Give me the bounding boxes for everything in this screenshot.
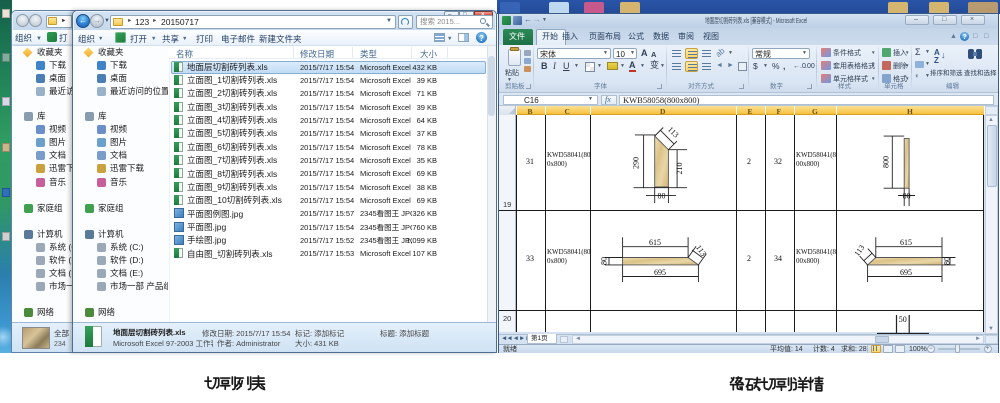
svg-text:50: 50 [899, 315, 907, 324]
svg-text:695: 695 [654, 268, 666, 277]
svg-text:210: 210 [675, 163, 684, 175]
svg-text:290: 290 [632, 157, 641, 169]
svg-text:615: 615 [649, 238, 661, 247]
svg-text:695: 695 [900, 268, 912, 277]
svg-text:113: 113 [666, 125, 681, 140]
svg-text:800: 800 [882, 156, 891, 168]
svg-text:80: 80 [903, 192, 911, 201]
svg-text:80: 80 [658, 192, 666, 201]
svg-text:80: 80 [943, 257, 952, 265]
svg-text:113: 113 [852, 243, 866, 258]
svg-text:113: 113 [694, 243, 708, 258]
svg-text:80: 80 [600, 257, 609, 265]
svg-text:615: 615 [900, 238, 912, 247]
